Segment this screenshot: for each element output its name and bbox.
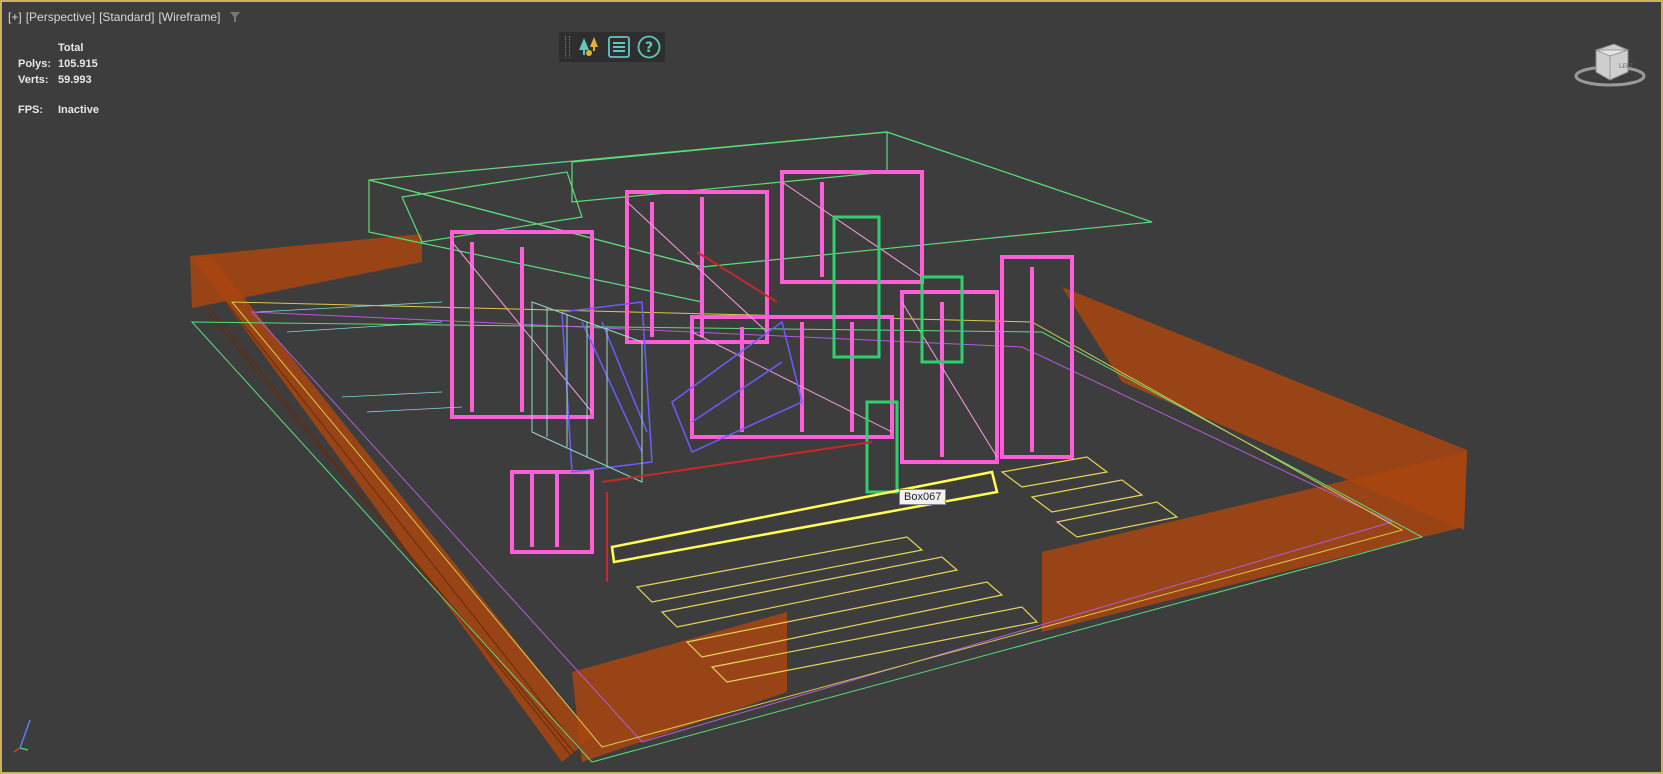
verts-label: Verts: xyxy=(18,74,49,86)
menu-button[interactable] xyxy=(606,34,632,60)
viewport-display-mode-menu[interactable]: [Wireframe] xyxy=(158,10,220,24)
wireframe-scene[interactable] xyxy=(2,2,1661,772)
selected-box067[interactable] xyxy=(610,470,999,564)
fps-value: Inactive xyxy=(58,104,99,116)
polys-label: Polys: xyxy=(18,58,52,70)
stats-header: Total xyxy=(58,42,84,54)
verts-value: 59.993 xyxy=(58,74,92,86)
help-icon: ? xyxy=(637,35,661,59)
object-tooltip: Box067 xyxy=(899,489,947,505)
polys-value: 105.915 xyxy=(58,58,98,70)
viewport-statistics: Total Polys: 105.915 Verts: 59.993 FPS: … xyxy=(18,40,99,118)
scene-explorer-icon xyxy=(579,37,598,56)
perspective-viewport[interactable]: [+] [Perspective] [Standard] [Wireframe]… xyxy=(0,0,1663,774)
help-button[interactable]: ? xyxy=(636,34,662,60)
viewcube-left-label: LEFT xyxy=(1619,63,1633,70)
filter-icon[interactable] xyxy=(230,12,241,22)
viewcube[interactable]: LEFT xyxy=(1570,38,1650,98)
toolbar-grip[interactable] xyxy=(565,36,570,58)
viewport-shading-standard-menu[interactable]: [Standard] xyxy=(99,10,154,24)
fps-label: FPS: xyxy=(18,104,44,116)
menu-icon xyxy=(608,36,630,58)
fence-right xyxy=(1042,287,1467,632)
fence-back-left xyxy=(190,234,422,308)
viewport-floating-toolbar: ? xyxy=(559,32,665,62)
scene-explorer-button[interactable] xyxy=(576,34,602,60)
viewport-point-of-view-menu[interactable]: [Perspective] xyxy=(26,10,95,24)
fence-front xyxy=(572,612,787,762)
roof-wireframe xyxy=(368,131,1153,303)
viewport-label-menu[interactable]: [+] [Perspective] [Standard] [Wireframe] xyxy=(8,10,241,24)
viewport-plus-menu[interactable]: [+] xyxy=(8,10,22,24)
svg-text:?: ? xyxy=(645,40,653,56)
axis-tripod-icon xyxy=(13,719,31,753)
